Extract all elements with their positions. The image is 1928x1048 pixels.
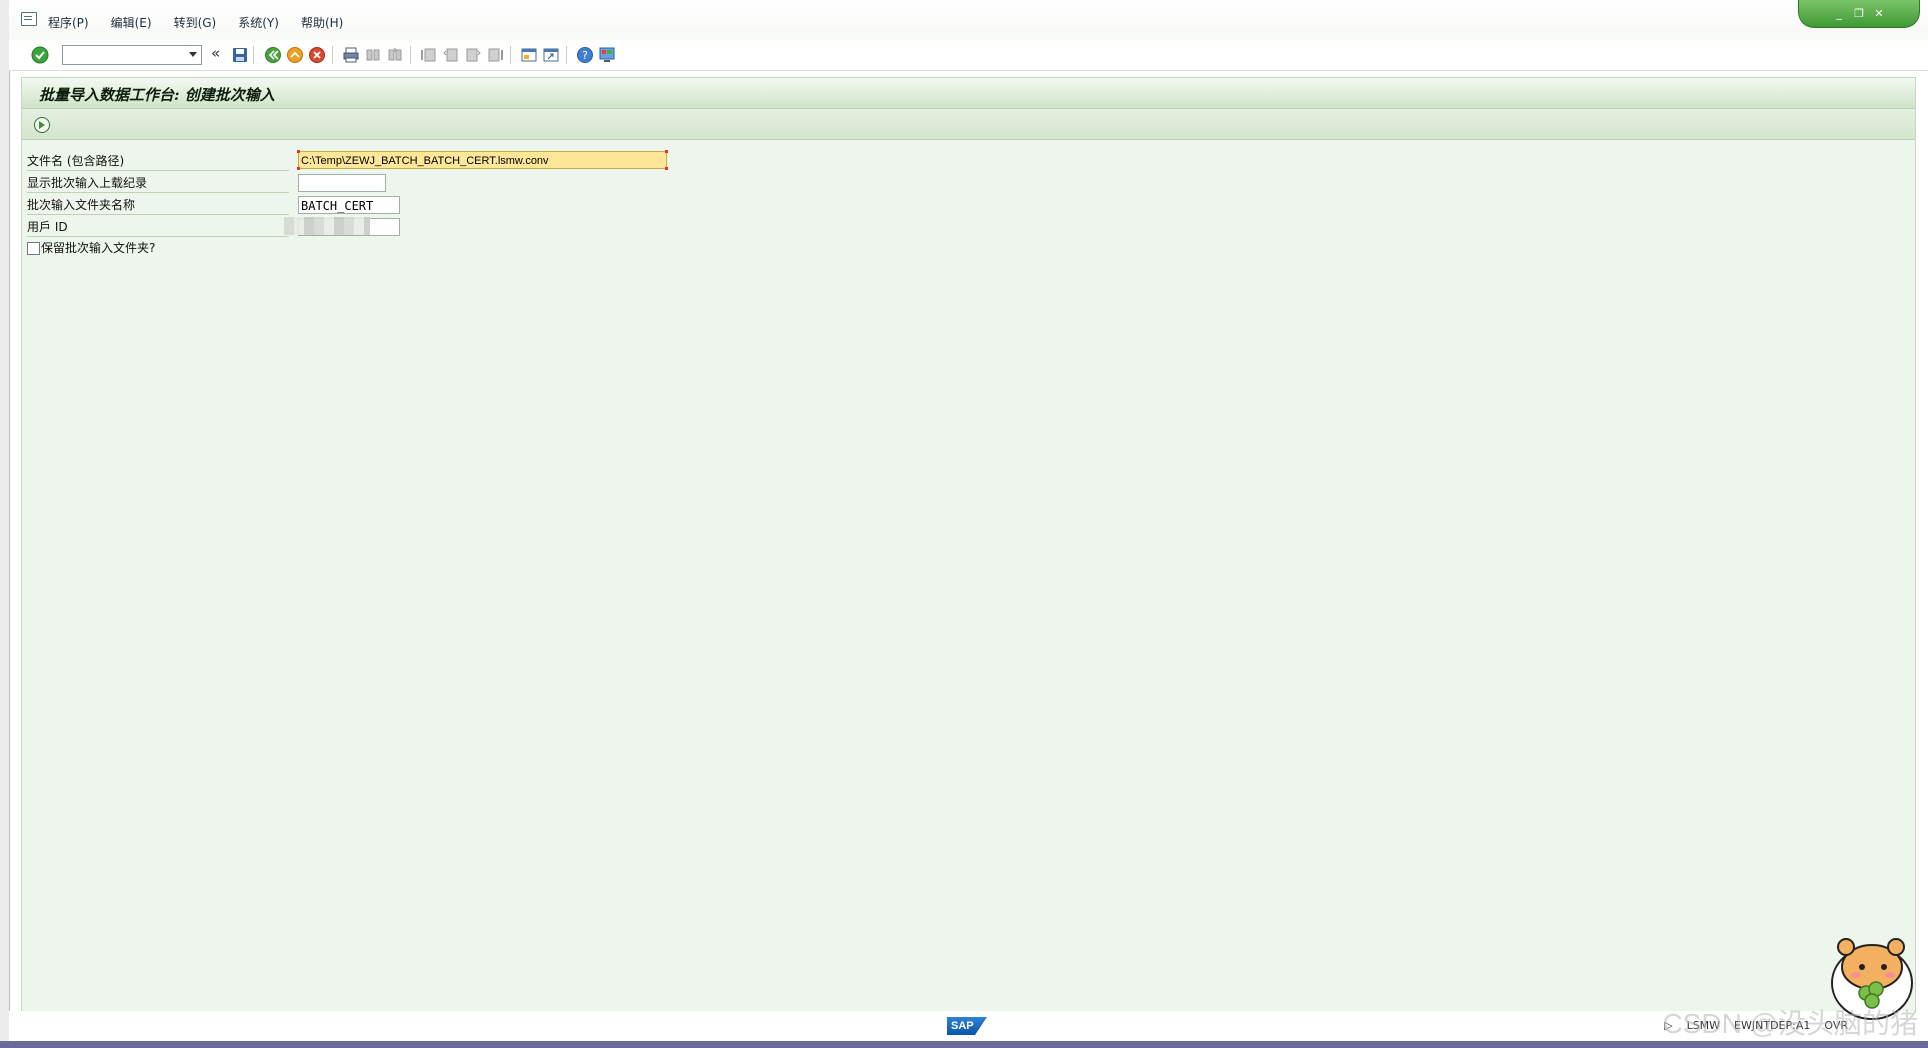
application-toolbar [22,109,1915,140]
status-bar: SAP ▷ LSMW EWJNTDEP:A1 OVR [9,1011,1928,1041]
taskbar-strip [0,1041,1928,1048]
keep-folder-checkbox[interactable] [27,242,40,255]
system-menu-icon[interactable] [21,12,37,26]
keep-folder-label: 保留批次输入文件夹? [41,241,156,255]
focus-marker [297,167,300,170]
focus-marker [297,150,300,153]
sap-logo: SAP [947,1017,987,1035]
first-page-icon [421,48,436,62]
menu-bar: 程序(P) 编辑(E) 转到(G) 系统(Y) 帮助(H) _ ❐ ✕ [9,0,1928,40]
exit-icon[interactable] [286,46,304,64]
standard-toolbar: « ? [9,40,1928,71]
menu-edit[interactable]: 编辑(E) [111,14,152,31]
menu-items: 程序(P) 编辑(E) 转到(G) 系统(Y) 帮助(H) [48,14,343,31]
next-page-icon [466,48,481,62]
chevron-down-icon[interactable] [189,52,197,57]
save-icon[interactable] [231,46,249,64]
watermark: CSDN @没头脑的猪 [1662,1008,1918,1039]
find-next-icon [388,47,402,61]
toolbar-separator [332,46,333,64]
cancel-icon[interactable] [308,46,326,64]
folder-name-label: 批次输入文件夹名称 [27,196,289,215]
page-title: 批量导入数据工作台: 创建批次输入 [39,86,275,104]
execute-icon[interactable] [34,117,50,133]
help-icon[interactable]: ? [576,46,594,64]
main-screen: 批量导入数据工作台: 创建批次输入 文件名 (包含路径) C:\Temp\ZEW… [21,77,1916,1013]
menu-system[interactable]: 系统(Y) [238,14,279,31]
shortcut-icon[interactable] [542,46,560,64]
file-name-label: 文件名 (包含路径) [27,152,289,171]
toolbar-separator [566,46,567,64]
folder-name-input[interactable]: BATCH_CERT [298,196,400,214]
toolbar-separator [410,46,411,64]
find-icon [366,49,380,61]
menu-goto[interactable]: 转到(G) [174,14,217,31]
window-left-edge [0,0,10,1048]
menu-program[interactable]: 程序(P) [48,14,89,31]
minimize-button[interactable]: _ [1832,7,1846,21]
show-last-records-label: 显示批次输入上载纪录 [27,174,289,193]
collapse-command-icon[interactable]: « [211,44,220,62]
user-id-label: 用戶 ID [27,218,289,237]
restore-button[interactable]: ❐ [1852,7,1866,21]
back-icon[interactable] [264,46,282,64]
redacted-user-id [284,217,370,235]
toolbar-separator [253,46,254,64]
previous-page-icon [443,48,458,62]
menu-help[interactable]: 帮助(H) [301,14,343,31]
show-last-records-input[interactable] [298,174,386,192]
window-controls: _ ❐ ✕ [1798,0,1920,28]
svg-text:?: ? [582,49,588,62]
print-icon[interactable] [342,46,360,64]
toolbar-separator [510,46,511,64]
focus-marker [665,150,668,153]
title-bar: 批量导入数据工作台: 创建批次输入 [22,78,1915,109]
close-button[interactable]: ✕ [1872,7,1886,21]
customize-layout-icon[interactable] [598,46,616,64]
command-field[interactable] [62,45,202,65]
create-session-icon[interactable] [520,46,538,64]
focus-marker [665,167,668,170]
last-page-icon [488,48,503,62]
file-name-input[interactable]: C:\Temp\ZEWJ_BATCH_BATCH_CERT.lsmw.conv [298,151,667,169]
enter-icon[interactable] [31,46,49,64]
